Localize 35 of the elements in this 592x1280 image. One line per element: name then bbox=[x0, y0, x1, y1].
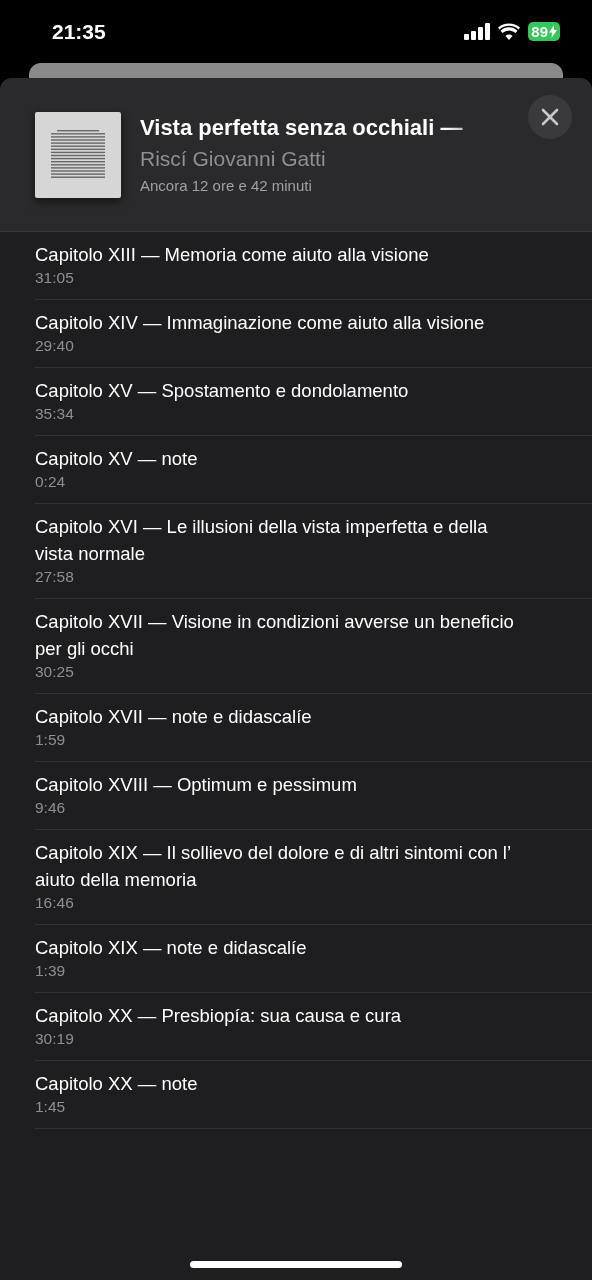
chapter-duration: 35:34 bbox=[35, 404, 75, 423]
clock-time: 21:35 bbox=[52, 19, 106, 44]
chapter-title[interactable]: Capitolo XIX — note e didascalíe bbox=[35, 934, 515, 961]
chapter-title[interactable]: Capitolo XVII — note e didascalíe bbox=[35, 703, 515, 730]
chapter-title[interactable]: Capitolo XV — note bbox=[35, 445, 515, 472]
chapter-duration: 1:45 bbox=[35, 1097, 67, 1116]
chapter-duration: 29:40 bbox=[35, 336, 75, 355]
chapter-duration: 0:24 bbox=[35, 472, 67, 491]
narrator-name: Riscí Giovanni Gatti bbox=[140, 147, 327, 171]
chapter-title[interactable]: Capitolo XVI — Le illusioni della vista imperfetta e della vista normale bbox=[35, 513, 515, 567]
chapter-duration: 30:19 bbox=[35, 1029, 75, 1048]
chapter-duration: 1:39 bbox=[35, 961, 67, 980]
chapter-title[interactable]: Capitolo XVII — Visione in condizioni avverse un beneficio per gli occhi bbox=[35, 608, 515, 662]
chapter-title[interactable]: Capitolo XX — note bbox=[35, 1070, 515, 1097]
chapter-title[interactable]: Capitolo XIX — Il sollievo del dolore e di altri sintomi con l’ aiuto della memoria bbox=[35, 839, 515, 893]
chapter-duration: 9:46 bbox=[35, 798, 67, 817]
battery-level: 89 bbox=[528, 22, 560, 41]
text-page-drawing bbox=[51, 130, 105, 180]
chapter-duration: 31:05 bbox=[35, 268, 75, 287]
chapter-title[interactable]: Capitolo XX — Presbiopía: sua causa e cura bbox=[35, 1002, 515, 1029]
chapter-title[interactable]: Capitolo XV — Spostamento e dondolamento bbox=[35, 377, 515, 404]
chapter-title[interactable]: Capitolo XIII — Memoria come aiuto alla visione bbox=[35, 241, 515, 268]
chapter-duration: 27:58 bbox=[35, 567, 75, 586]
close-button[interactable] bbox=[528, 95, 572, 139]
close-icon bbox=[541, 108, 559, 126]
chapter-duration: 1:59 bbox=[35, 730, 67, 749]
book-title: Vista perfetta senza occhiali — bbox=[140, 115, 464, 141]
chapter-title[interactable]: Capitolo XVIII — Optimum e pessimum bbox=[35, 771, 515, 798]
bolt-icon bbox=[549, 25, 557, 38]
chapter-duration: 16:46 bbox=[35, 893, 75, 912]
wifi-icon bbox=[498, 23, 521, 40]
time-remaining: Ancora 12 ore e 42 minuti bbox=[140, 177, 313, 194]
signal-icon bbox=[464, 23, 491, 40]
chapter-duration: 30:25 bbox=[35, 662, 75, 681]
chapter-title[interactable]: Capitolo XIV — Immaginazione come aiuto alla visione bbox=[35, 309, 515, 336]
